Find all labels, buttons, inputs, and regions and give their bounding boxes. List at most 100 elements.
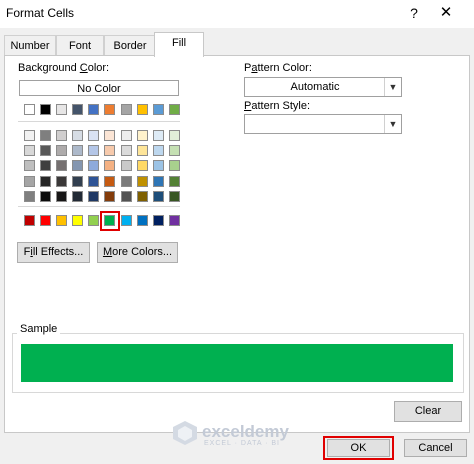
- color-swatch[interactable]: [169, 176, 180, 187]
- color-swatch[interactable]: [137, 215, 148, 226]
- sample-preview: [21, 344, 453, 382]
- color-swatch[interactable]: [104, 160, 115, 171]
- pattern-style-dropdown[interactable]: ▼: [244, 114, 402, 134]
- color-swatch[interactable]: [40, 160, 51, 171]
- chevron-down-icon: ▼: [384, 78, 401, 96]
- dialog-title: Format Cells: [6, 6, 75, 20]
- color-swatch[interactable]: [56, 191, 67, 202]
- tab-number[interactable]: Number: [4, 35, 56, 56]
- color-swatch[interactable]: [40, 176, 51, 187]
- color-swatch[interactable]: [169, 104, 180, 115]
- color-swatch[interactable]: [24, 130, 35, 141]
- color-swatch[interactable]: [72, 215, 83, 226]
- color-swatch[interactable]: [169, 191, 180, 202]
- color-swatch[interactable]: [121, 130, 132, 141]
- color-swatch[interactable]: [88, 160, 99, 171]
- color-swatch[interactable]: [104, 191, 115, 202]
- color-swatch[interactable]: [72, 191, 83, 202]
- color-swatch[interactable]: [56, 104, 67, 115]
- color-swatch[interactable]: [104, 104, 115, 115]
- exceldemy-logo-icon: [173, 421, 197, 445]
- color-swatch[interactable]: [169, 130, 180, 141]
- color-swatch[interactable]: [153, 130, 164, 141]
- color-swatch[interactable]: [137, 145, 148, 156]
- color-swatch[interactable]: [137, 191, 148, 202]
- color-swatch[interactable]: [169, 215, 180, 226]
- color-swatch[interactable]: [121, 104, 132, 115]
- more-colors-button[interactable]: More Colors...: [97, 242, 178, 263]
- color-swatch[interactable]: [24, 215, 35, 226]
- cancel-button[interactable]: Cancel: [404, 439, 467, 457]
- color-swatch[interactable]: [56, 145, 67, 156]
- help-button[interactable]: ?: [404, 3, 424, 23]
- color-swatch[interactable]: [88, 104, 99, 115]
- pattern-style-label: Pattern Style:: [244, 100, 311, 112]
- sample-label: Sample: [17, 323, 61, 335]
- color-swatch[interactable]: [137, 130, 148, 141]
- color-swatch[interactable]: [40, 191, 51, 202]
- color-swatch[interactable]: [56, 160, 67, 171]
- color-swatch[interactable]: [72, 160, 83, 171]
- color-swatch[interactable]: [88, 191, 99, 202]
- color-swatch[interactable]: [72, 176, 83, 187]
- tab-fill[interactable]: Fill: [154, 32, 204, 57]
- fill-effects-button[interactable]: Fill Effects...: [17, 242, 90, 263]
- color-swatch[interactable]: [40, 215, 51, 226]
- color-swatch[interactable]: [88, 130, 99, 141]
- color-swatch[interactable]: [24, 191, 35, 202]
- color-swatch[interactable]: [24, 145, 35, 156]
- background-color-label: Background Color:: [18, 62, 110, 74]
- palette-divider: [18, 121, 180, 122]
- color-swatch[interactable]: [153, 145, 164, 156]
- selected-color-highlight: [100, 211, 120, 231]
- pattern-color-dropdown[interactable]: Automatic ▼: [244, 77, 402, 97]
- watermark-tagline: EXCEL · DATA · BI: [204, 440, 280, 447]
- color-swatch[interactable]: [56, 215, 67, 226]
- color-swatch[interactable]: [88, 176, 99, 187]
- color-swatch[interactable]: [121, 145, 132, 156]
- color-swatch[interactable]: [56, 176, 67, 187]
- color-swatch[interactable]: [56, 130, 67, 141]
- color-swatch[interactable]: [121, 191, 132, 202]
- exceldemy-watermark: exceldemy EXCEL · DATA · BI: [172, 420, 312, 450]
- no-color-button[interactable]: No Color: [19, 80, 179, 96]
- color-swatch[interactable]: [153, 104, 164, 115]
- color-swatch[interactable]: [153, 160, 164, 171]
- color-swatch[interactable]: [153, 215, 164, 226]
- color-swatch[interactable]: [104, 145, 115, 156]
- close-button[interactable]: ✕: [434, 3, 458, 23]
- color-swatch[interactable]: [137, 160, 148, 171]
- color-swatch[interactable]: [72, 130, 83, 141]
- color-swatch[interactable]: [88, 145, 99, 156]
- tab-border[interactable]: Border: [104, 35, 156, 56]
- color-swatch[interactable]: [72, 104, 83, 115]
- color-swatch[interactable]: [137, 176, 148, 187]
- color-swatch[interactable]: [40, 130, 51, 141]
- chevron-down-icon: ▼: [384, 115, 401, 133]
- palette-divider: [18, 206, 180, 207]
- tab-font[interactable]: Font: [56, 35, 104, 56]
- pattern-color-value: Automatic: [290, 81, 340, 93]
- color-swatch[interactable]: [153, 176, 164, 187]
- color-swatch[interactable]: [169, 160, 180, 171]
- color-swatch[interactable]: [88, 215, 99, 226]
- color-swatch[interactable]: [72, 145, 83, 156]
- color-swatch[interactable]: [104, 130, 115, 141]
- ok-highlight: [323, 436, 394, 460]
- color-swatch[interactable]: [137, 104, 148, 115]
- pattern-color-label: Pattern Color:: [244, 62, 312, 74]
- color-swatch[interactable]: [24, 160, 35, 171]
- color-swatch[interactable]: [24, 176, 35, 187]
- watermark-name: exceldemy: [202, 422, 289, 441]
- color-swatch[interactable]: [40, 145, 51, 156]
- color-swatch[interactable]: [121, 215, 132, 226]
- clear-button[interactable]: Clear: [394, 401, 462, 422]
- color-swatch[interactable]: [40, 104, 51, 115]
- title-bar: Format Cells ? ✕: [0, 0, 474, 28]
- color-swatch[interactable]: [24, 104, 35, 115]
- color-swatch[interactable]: [153, 191, 164, 202]
- color-swatch[interactable]: [104, 176, 115, 187]
- color-swatch[interactable]: [169, 145, 180, 156]
- color-swatch[interactable]: [121, 160, 132, 171]
- color-swatch[interactable]: [121, 176, 132, 187]
